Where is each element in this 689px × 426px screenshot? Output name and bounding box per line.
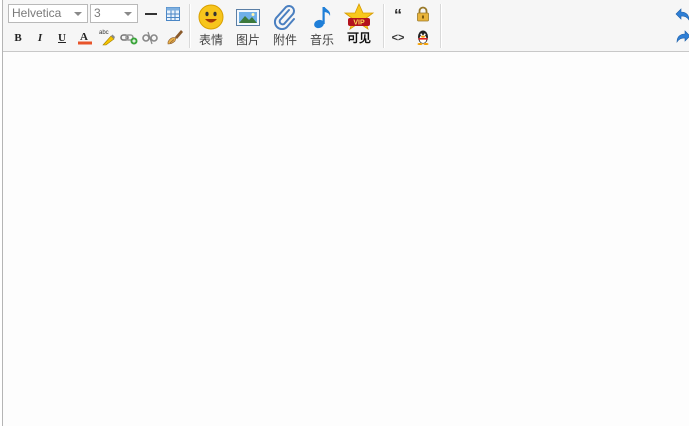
chevron-down-icon [74,12,82,16]
image-icon [236,9,260,26]
remove-format-button[interactable] [166,28,183,45]
emoticon-button[interactable]: 表情 [194,4,228,47]
highlight-button[interactable]: abc [99,28,115,46]
attachment-button[interactable]: 附件 [268,4,302,47]
svg-text:abc: abc [99,30,109,36]
attachment-label: 附件 [272,33,297,47]
italic-button[interactable]: I [31,29,49,47]
rich-text-editor: Helvetica 3 B I U A abc 表情 图片 附件 音乐 VIP … [2,0,689,426]
smiley-face-icon [198,4,224,30]
emoticon-label: 表情 [198,33,223,47]
brush-icon [167,30,183,45]
font-color-icon: A [78,31,92,45]
chevron-down-icon [124,12,132,16]
underline-button[interactable]: U [53,29,71,47]
insert-link-button[interactable] [120,30,138,46]
highlighter-icon: abc [99,30,115,46]
undo-arrow-icon [675,8,689,21]
unlink-button[interactable] [142,30,158,46]
horizontal-rule-icon [145,13,157,15]
hide-content-button[interactable] [415,6,431,22]
redo-button[interactable] [675,29,689,45]
music-label: 音乐 [309,33,334,47]
redo-arrow-icon [676,30,689,43]
editor-content-area[interactable] [3,52,689,426]
image-button[interactable]: 图片 [231,4,265,47]
unlink-icon [142,31,158,45]
bold-button[interactable]: B [9,29,27,47]
link-icon [120,34,138,45]
toolbar-separator [440,4,442,48]
vip-visible-button[interactable]: VIP 可见 [341,3,377,45]
table-button[interactable] [165,6,181,22]
vip-visible-label: 可见 [346,31,371,45]
font-size-value: 3 [94,6,101,20]
svg-text:A: A [80,31,88,43]
qq-penguin-icon [417,30,429,45]
qq-button[interactable] [415,29,431,45]
music-note-icon [314,7,331,29]
quote-button[interactable]: “ [389,6,407,24]
undo-button[interactable] [675,7,689,23]
font-size-select[interactable]: 3 [90,4,138,23]
image-label: 图片 [235,33,260,47]
font-family-value: Helvetica [12,6,62,20]
music-button[interactable]: 音乐 [305,4,339,47]
table-icon [166,7,180,21]
paperclip-icon [273,5,295,31]
horizontal-rule-button[interactable] [143,6,159,22]
vip-badge-text: VIP [353,20,365,27]
font-color-button[interactable]: A [77,29,93,45]
toolbar-separator [189,4,191,48]
font-family-select[interactable]: Helvetica [8,4,88,23]
editor-toolbar: Helvetica 3 B I U A abc 表情 图片 附件 音乐 VIP … [3,0,689,52]
code-button[interactable]: <> [389,29,407,47]
toolbar-separator [383,4,385,48]
vip-star-icon: VIP [343,3,375,30]
lock-icon [417,6,429,22]
